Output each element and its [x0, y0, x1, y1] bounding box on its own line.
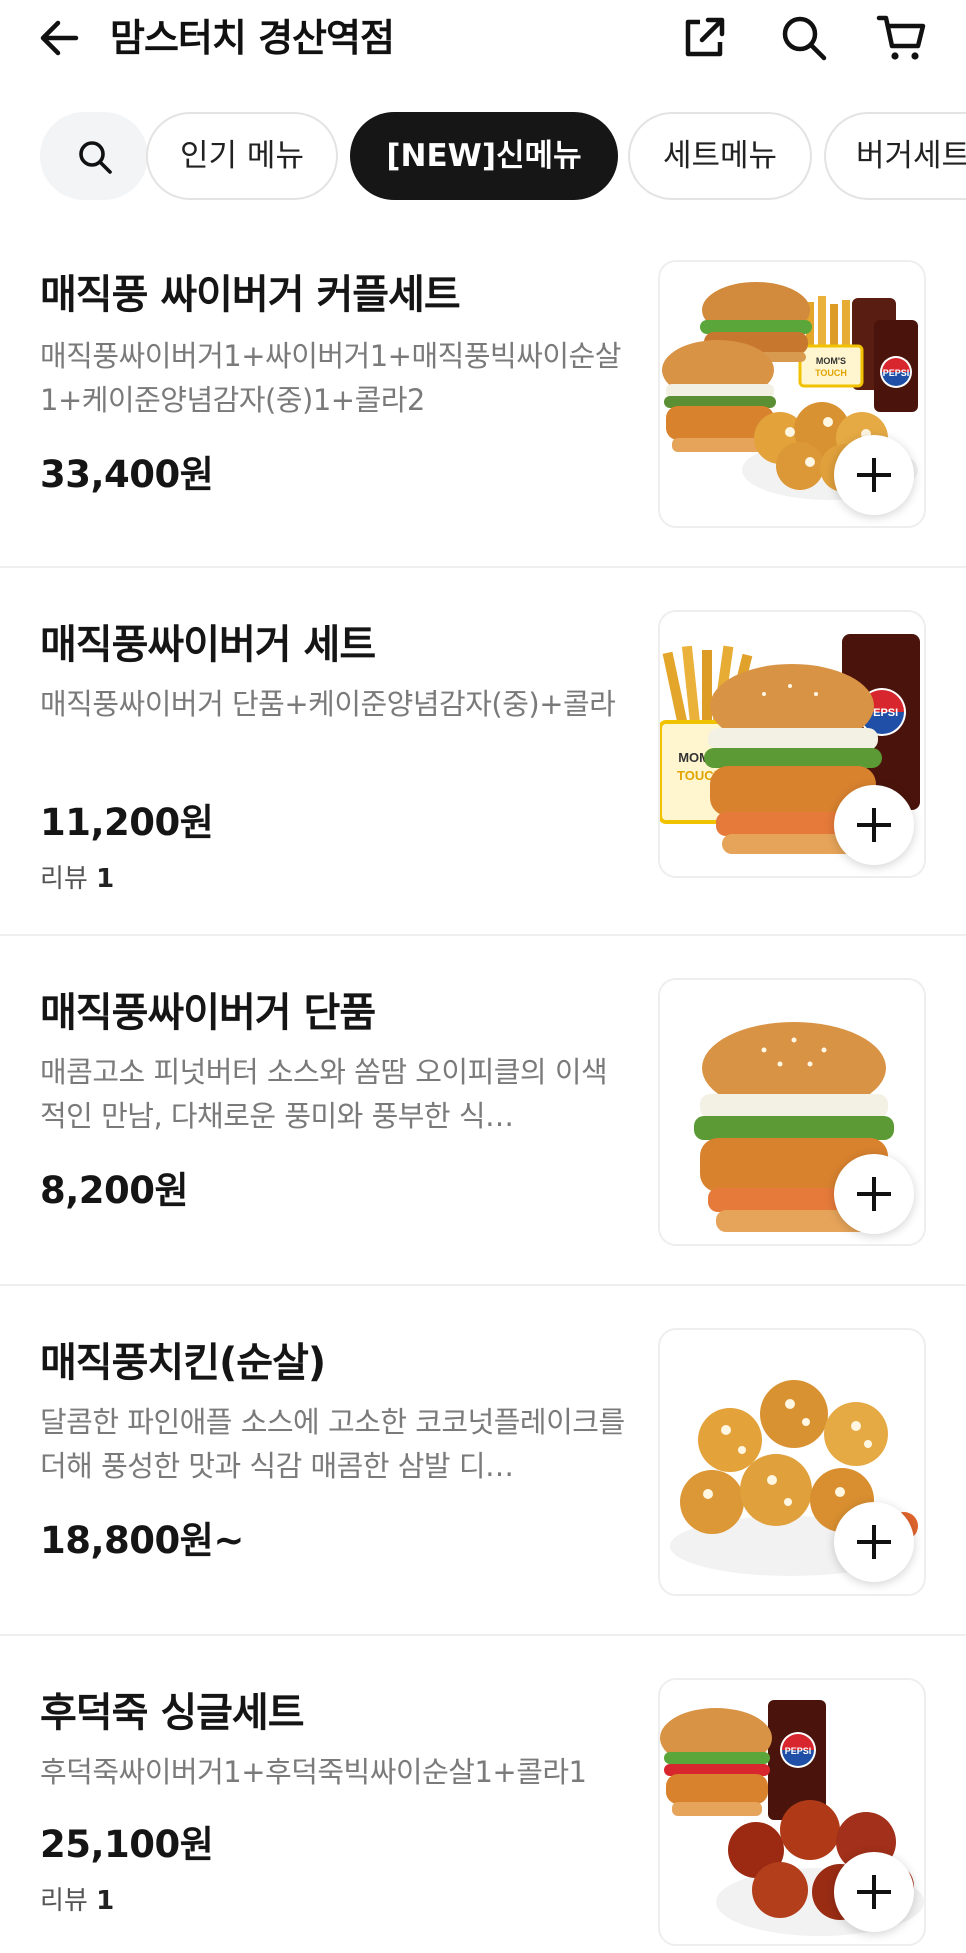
menu-item-price: 8,200원	[40, 1169, 189, 1212]
chip-new-menu[interactable]: [NEW]신메뉴	[350, 112, 618, 200]
menu-item-description: 매직풍싸이버거 단품+케이준양념감자(중)+콜라	[40, 687, 616, 721]
review-count: 리뷰 1	[40, 864, 115, 894]
review-count: 리뷰 1	[40, 1886, 115, 1916]
share-button[interactable]	[678, 12, 730, 64]
top-app-bar: 맘스터치 경산역점	[0, 0, 966, 80]
menu-item-description: 매직풍싸이버거1+싸이버거1+매직풍빅싸이순살1+케이준양념감자(중)1+콜라2	[40, 339, 621, 417]
menu-item-price: 18,800원~	[40, 1519, 244, 1562]
add-to-cart-button[interactable]	[834, 785, 914, 865]
menu-item-price: 25,100원	[40, 1823, 214, 1866]
share-icon	[685, 17, 725, 57]
add-to-cart-button[interactable]	[834, 435, 914, 515]
add-to-cart-button[interactable]	[834, 1154, 914, 1234]
menu-item-price: 11,200원	[40, 801, 214, 844]
cart-icon	[876, 15, 926, 60]
menu-item-description: 매콤고소 피넛버터 소스와 쏨땀 오이피클의 이색적인 만남, 다채로운 풍미와…	[40, 1055, 608, 1133]
add-to-cart-button[interactable]	[834, 1502, 914, 1582]
menu-item-name: 매직풍치킨(순살)	[40, 1340, 326, 1386]
svg-text:PEPSI: PEPSI	[883, 368, 910, 378]
svg-text:PEPSI: PEPSI	[785, 1746, 812, 1756]
chip-burger-set[interactable]: 버거세트	[824, 112, 966, 200]
menu-item-description: 후덕죽싸이버거1+후덕죽빅싸이순살1+콜라1	[40, 1755, 587, 1789]
back-arrow-icon	[40, 20, 79, 56]
add-to-cart-button[interactable]	[834, 1852, 914, 1932]
menu-item-name: 매직풍 싸이버거 커플세트	[40, 272, 461, 318]
search-icon	[782, 16, 827, 61]
svg-text:MOM'S: MOM'S	[816, 356, 846, 366]
menu-item-price: 33,400원	[40, 453, 214, 496]
store-title: 맘스터치 경산역점	[110, 16, 395, 60]
search-icon	[79, 141, 112, 174]
cart-button[interactable]	[876, 12, 928, 64]
menu-search-chip[interactable]	[40, 112, 148, 200]
chip-popular-menu[interactable]: 인기 메뉴	[146, 112, 338, 200]
divider	[0, 934, 966, 936]
svg-text:TOUCH: TOUCH	[815, 368, 847, 378]
menu-item-description: 달콤한 파인애플 소스에 고소한 코코넛플레이크를 더해 풍성한 맛과 식감 매…	[40, 1405, 625, 1483]
divider	[0, 566, 966, 568]
menu-item-name: 매직풍싸이버거 단품	[40, 990, 376, 1036]
chip-set-menu[interactable]: 세트메뉴	[628, 112, 812, 200]
divider	[0, 1634, 966, 1636]
menu-item-name: 후덕죽 싱글세트	[40, 1690, 305, 1736]
search-button[interactable]	[778, 12, 830, 64]
category-chip-bar: 인기 메뉴 [NEW]신메뉴 세트메뉴 버거세트	[0, 110, 966, 202]
menu-item-name: 매직풍싸이버거 세트	[40, 622, 376, 668]
divider	[0, 1284, 966, 1286]
back-button[interactable]	[36, 14, 84, 62]
